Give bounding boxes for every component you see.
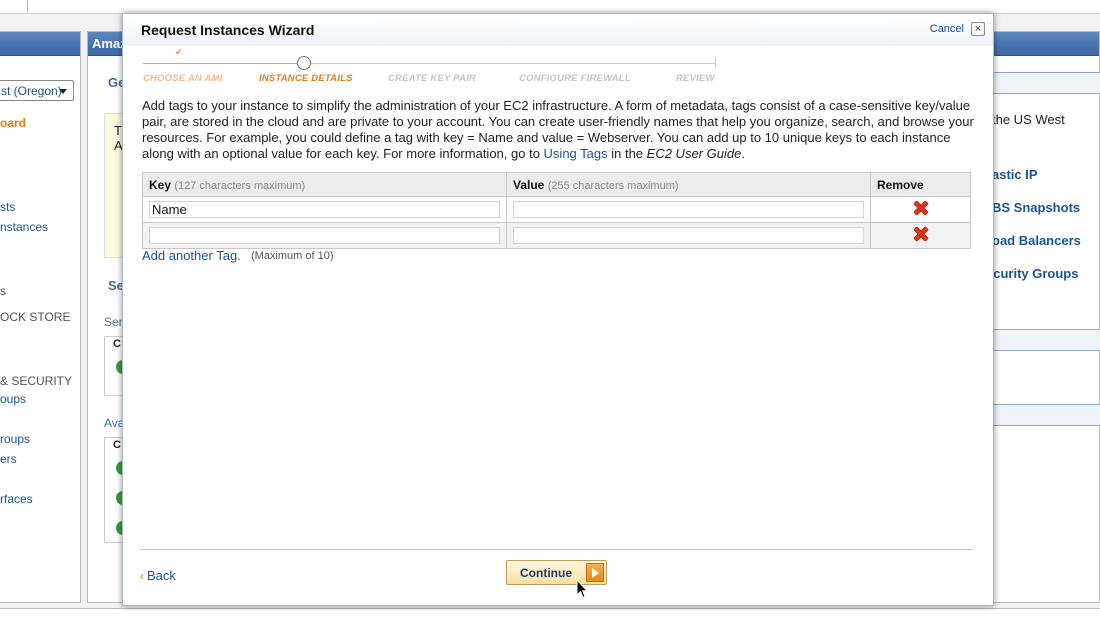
sidebar-item-placement-groups[interactable]: roups: [0, 432, 30, 446]
remove-tag-icon[interactable]: [914, 201, 928, 215]
right-panel-section: [990, 404, 1100, 426]
right-panel-header: [990, 72, 1100, 94]
intro-mid: in the: [607, 146, 647, 161]
remove-tag-icon[interactable]: [914, 227, 928, 241]
service-col-header: C: [113, 338, 121, 350]
console-footer: [0, 608, 1100, 619]
tag-value-input[interactable]: [513, 201, 864, 218]
close-icon[interactable]: ×: [971, 22, 985, 36]
key-cell: [142, 196, 507, 223]
progress-line-completed: [143, 63, 297, 64]
tags-table: Key (127 characters maximum) Value (255 …: [142, 172, 971, 249]
sidebar-section-block-store: OCK STORE: [0, 310, 71, 324]
key-column-header: Key (127 characters maximum): [142, 172, 507, 197]
elastic-ip-link[interactable]: astic IP: [992, 167, 1038, 182]
remove-column-header: Remove: [870, 172, 971, 197]
add-another-tag-link[interactable]: Add another Tag.: [142, 248, 241, 263]
step-choose-ami: CHOOSE AN AMI: [143, 73, 223, 84]
intro-end: .: [741, 146, 745, 161]
tag-value-input[interactable]: [513, 227, 864, 244]
right-panel-section: [990, 329, 1100, 351]
tags-intro-text: Add tags to your instance to simplify th…: [142, 98, 974, 162]
step-configure-firewall: CONFIGURE FIREWALL: [519, 73, 631, 84]
region-selector[interactable]: st (Oregon): [0, 80, 74, 101]
table-row: [142, 222, 971, 249]
wizard-header: Request Instances Wizard Cancel ×: [123, 14, 993, 46]
cancel-link[interactable]: Cancel: [930, 23, 964, 35]
ec2-user-guide-title: EC2 User Guide: [646, 146, 742, 161]
zone-col-header: C: [113, 439, 121, 451]
sidebar-item-amis[interactable]: s: [0, 284, 6, 298]
key-header-label: Key: [149, 177, 172, 192]
ebs-snapshots-link[interactable]: BS Snapshots: [992, 200, 1080, 215]
sidebar-item-requests[interactable]: sts: [0, 200, 15, 214]
sidebar-item-dashboard[interactable]: oard: [0, 116, 26, 130]
back-link[interactable]: ‹ Back: [140, 568, 176, 583]
sidebar-item-security-groups[interactable]: oups: [0, 392, 26, 406]
step-review: REVIEW: [676, 73, 715, 84]
request-instances-wizard: Request Instances Wizard Cancel × ✔ CHOO…: [122, 13, 994, 606]
table-row: [142, 196, 971, 223]
sidebar-item-load-balancers[interactable]: ers: [0, 452, 17, 466]
region-description-text: the US West: [992, 112, 1065, 127]
key-cell: [142, 222, 507, 249]
progress-end-marker: [715, 58, 716, 68]
value-column-header: Value (255 characters maximum): [506, 172, 871, 197]
progress-line-remaining: [311, 63, 716, 64]
continue-button[interactable]: Continue: [506, 560, 607, 585]
sidebar-item-network-interfaces[interactable]: rfaces: [0, 492, 33, 506]
console-top-bar: [0, 0, 1100, 14]
region-selector-label: st (Oregon): [1, 84, 62, 98]
chevron-left-icon: ‹: [140, 569, 144, 583]
back-label: Back: [147, 568, 176, 583]
step-instance-details: INSTANCE DETAILS: [259, 73, 353, 84]
console-sidebar: st (Oregon) oard sts nstances s OCK STOR…: [0, 31, 81, 603]
chevron-down-icon: [59, 89, 67, 94]
step-create-key-pair: CREATE KEY PAIR: [388, 73, 476, 84]
play-arrow-icon: [586, 563, 604, 582]
continue-label: Continue: [520, 566, 572, 580]
tag-key-input[interactable]: [149, 201, 500, 218]
security-groups-link[interactable]: ecurity Groups: [986, 266, 1078, 281]
service-status-link[interactable]: Ser: [104, 315, 123, 329]
tag-key-input[interactable]: [149, 227, 500, 244]
sidebar-item-instances[interactable]: nstances: [0, 220, 48, 234]
checkmark-icon: ✔: [175, 47, 183, 57]
value-cell: [506, 196, 871, 223]
sidebar-header: [0, 32, 80, 56]
value-cell: [506, 222, 871, 249]
using-tags-link[interactable]: Using Tags: [544, 146, 608, 161]
info-text-1: T: [114, 123, 122, 138]
footer-divider: [140, 549, 973, 550]
value-header-label: Value: [513, 177, 545, 192]
tags-table-header: Key (127 characters maximum) Value (255 …: [142, 172, 971, 197]
remove-cell: [870, 196, 971, 223]
top-bar-divider: [27, 0, 28, 12]
value-max-hint: (255 characters maximum): [547, 179, 679, 192]
mouse-cursor-icon: [576, 579, 588, 599]
key-max-hint: (127 characters maximum): [174, 179, 306, 192]
load-balancers-link[interactable]: oad Balancers: [992, 233, 1081, 248]
max-tags-hint: (Maximum of 10): [251, 250, 334, 262]
remove-cell: [870, 222, 971, 249]
sidebar-section-network-security: & SECURITY: [0, 374, 73, 388]
wizard-title: Request Instances Wizard: [141, 22, 315, 38]
current-step-marker: [297, 56, 311, 70]
